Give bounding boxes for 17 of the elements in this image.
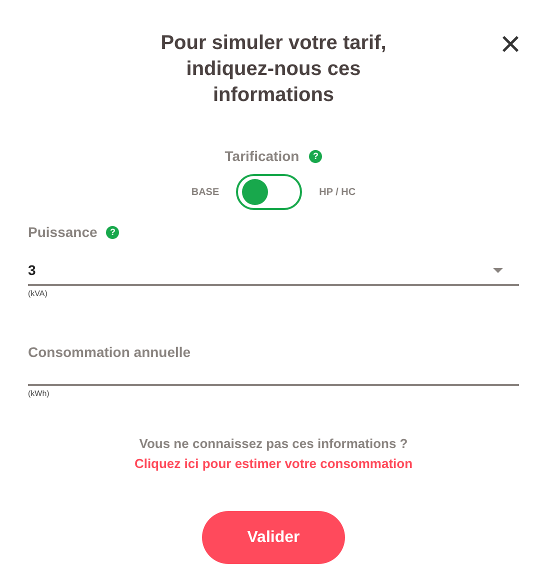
validate-button[interactable]: Valider	[202, 511, 345, 564]
base-option-label: BASE	[191, 186, 220, 198]
unit-label: (kVA)	[28, 289, 48, 298]
estimate-link[interactable]: Cliquez ici pour estimer votre consommation	[134, 456, 413, 471]
consommation-input[interactable]: Consommation annuelle	[28, 336, 519, 386]
unit-label: (kWh)	[28, 389, 50, 398]
hint-text: Vous ne connaissez pas ces informations ?	[138, 436, 409, 451]
toggle-switch[interactable]	[236, 174, 302, 210]
tarification-label: Tarification	[224, 148, 300, 164]
caret-icon	[493, 268, 503, 272]
close-button[interactable]: ×	[498, 30, 523, 58]
dialog-title: Pour simuler votre tarif, indiquez-nous ces informations	[160, 31, 388, 108]
help-button[interactable]: ?	[106, 226, 120, 238]
puissance-select[interactable]: 3	[28, 258, 519, 286]
help-button[interactable]: ?	[309, 150, 322, 162]
puissance-label: Puissance	[28, 224, 98, 240]
hp-hc-option-label: HP / HC	[319, 186, 356, 198]
